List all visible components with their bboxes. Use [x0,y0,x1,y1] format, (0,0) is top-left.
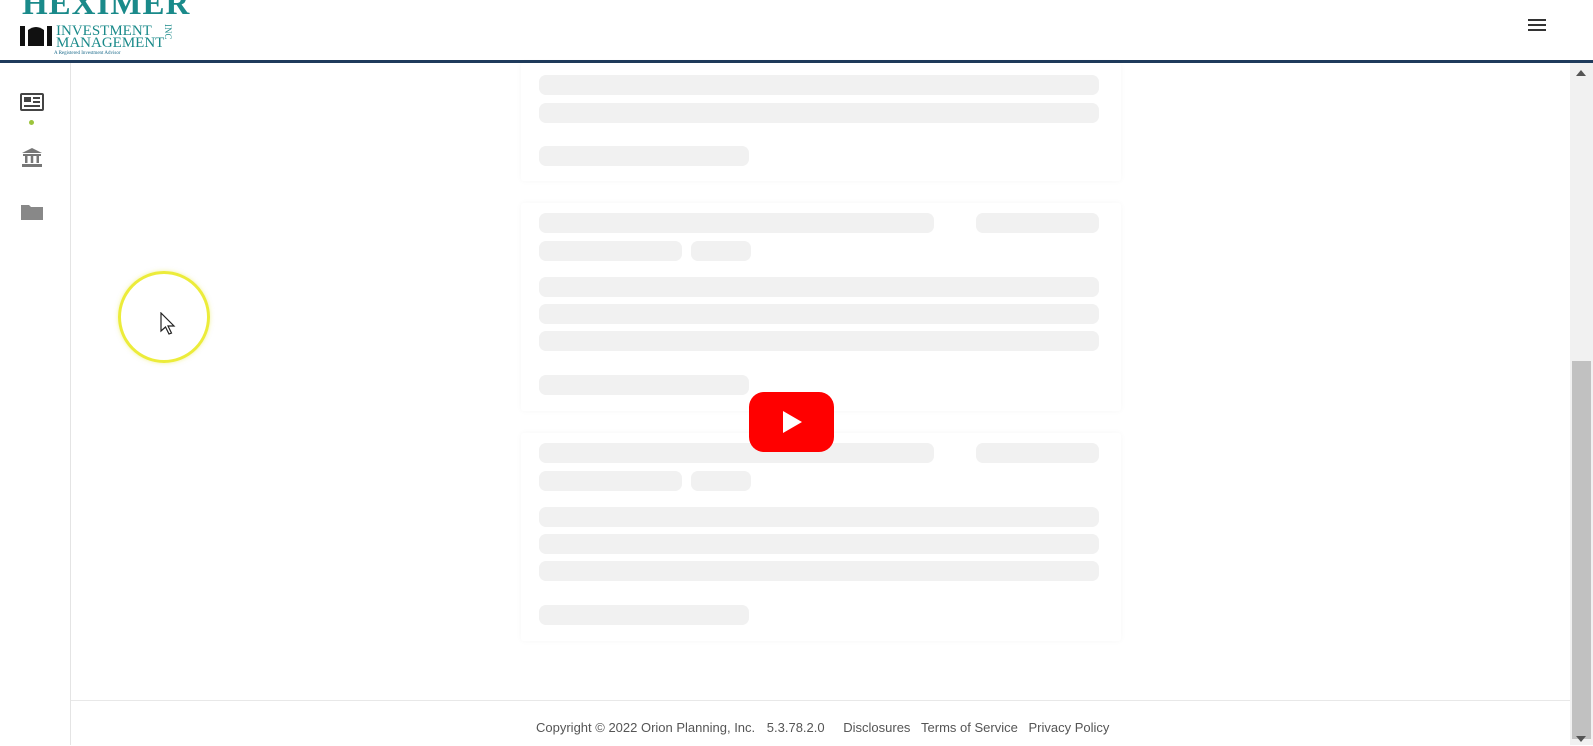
loading-card-3 [521,433,1121,641]
skeleton-line [539,304,1099,324]
logo-wordmark: HEXIMER [22,0,191,22]
privacy-policy-link[interactable]: Privacy Policy [1028,720,1109,735]
youtube-play-icon[interactable] [749,392,834,452]
newspaper-icon[interactable] [20,91,44,113]
company-logo[interactable]: HEXIMER INVESTMENT MANAGEMENT INC A Regi… [20,0,189,60]
skeleton-line [976,443,1099,463]
version-text: 5.3.78.2.0 [766,720,825,735]
terms-of-service-link[interactable]: Terms of Service [921,720,1018,735]
disclosures-link[interactable]: Disclosures [843,720,910,735]
logo-inc: INC [163,24,173,40]
skeleton-line [539,605,749,625]
bank-icon[interactable] [20,146,44,168]
skeleton-line [976,213,1099,233]
logo-tagline: A Registered Investment Advisor [54,51,121,56]
scroll-down-arrow-icon[interactable] [1576,736,1586,742]
logo-line-management: MANAGEMENT [56,35,165,51]
folder-icon[interactable] [20,201,44,223]
skeleton-line [539,443,934,463]
skeleton-line [539,213,934,233]
logo-emblem-icon [20,26,52,46]
play-triangle-icon [783,411,802,433]
skeleton-line [539,146,749,166]
skeleton-line [539,471,682,491]
skeleton-line [539,534,1099,554]
loading-card-2 [521,203,1121,411]
skeleton-line [539,331,1099,351]
skeleton-line [691,471,751,491]
skeleton-line [539,375,749,395]
skeleton-line [539,561,1099,581]
footer-text: Copyright © 2022 Orion Planning, Inc. 5.… [536,720,1109,735]
skeleton-line [539,507,1099,527]
skeleton-line [539,103,1099,123]
skeleton-line [539,75,1099,95]
vertical-scrollbar[interactable] [1570,63,1593,745]
hamburger-menu-icon[interactable] [1528,16,1546,34]
sidebar [0,63,71,745]
skeleton-line [691,241,751,261]
skeleton-line [539,277,1099,297]
loading-card-1 [521,63,1121,181]
scrollbar-thumb[interactable] [1572,361,1591,739]
active-indicator-dot [29,120,34,125]
copyright-text: Copyright © 2022 Orion Planning, Inc. [536,720,756,735]
scroll-up-arrow-icon[interactable] [1576,70,1586,76]
skeleton-line [539,241,682,261]
mouse-cursor-icon [160,312,176,335]
app-header: HEXIMER INVESTMENT MANAGEMENT INC A Regi… [0,0,1593,63]
page-footer: Copyright © 2022 Orion Planning, Inc. 5.… [71,700,1570,746]
